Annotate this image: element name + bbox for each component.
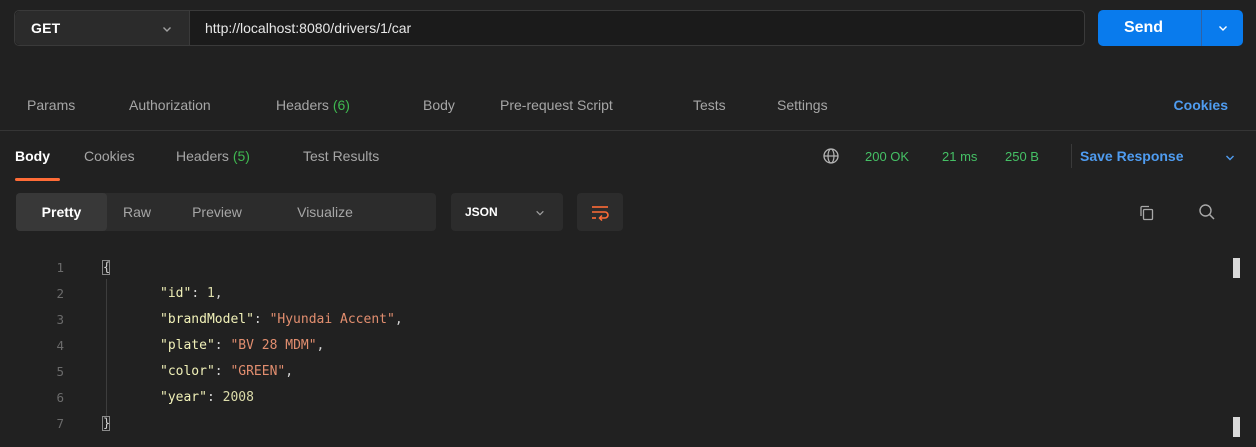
open-brace: { bbox=[102, 259, 111, 275]
tab-label: Authorization bbox=[129, 97, 211, 113]
view-visualize[interactable]: Visualize bbox=[267, 193, 383, 231]
json-key: "brandModel" bbox=[160, 311, 254, 327]
code-line: 4 "plate": "BV 28 MDM", bbox=[0, 332, 1200, 358]
search-icon[interactable] bbox=[1198, 203, 1216, 221]
json-key: "plate" bbox=[160, 337, 215, 353]
send-button[interactable]: Send bbox=[1098, 10, 1201, 46]
line-number: 4 bbox=[56, 337, 64, 353]
json-field-year: "year": 2008 bbox=[160, 389, 254, 405]
response-tab-cookies[interactable]: Cookies bbox=[84, 148, 135, 164]
request-bar: GET http://localhost:8080/drivers/1/car … bbox=[0, 0, 1256, 89]
tab-label: Headers bbox=[276, 97, 329, 113]
tab-label: Headers bbox=[176, 148, 229, 164]
tab-pre-request-script[interactable]: Pre-request Script bbox=[500, 97, 613, 113]
json-value: "GREEN" bbox=[230, 363, 286, 379]
copy-icon[interactable] bbox=[1139, 205, 1155, 221]
line-number: 6 bbox=[56, 389, 64, 405]
json-key: "id" bbox=[160, 285, 192, 301]
scrollbar-marker[interactable] bbox=[1233, 258, 1240, 278]
view-pretty[interactable]: Pretty bbox=[16, 193, 107, 231]
tab-label: Body bbox=[423, 97, 455, 113]
response-body-editor[interactable]: 1 { 2 "id": 1, 3 "brandModel": "Hyundai … bbox=[0, 251, 1256, 447]
code-line: 3 "brandModel": "Hyundai Accent", bbox=[0, 306, 1200, 332]
code-line: 1 { bbox=[0, 254, 1200, 280]
tab-authorization[interactable]: Authorization bbox=[129, 97, 211, 113]
tab-label: Params bbox=[27, 97, 76, 113]
status-code[interactable]: 200 OK bbox=[865, 149, 909, 164]
request-tabs: Params Authorization Headers (6) Body Pr… bbox=[0, 89, 1256, 129]
line-number: 1 bbox=[56, 259, 64, 275]
tab-body[interactable]: Body bbox=[423, 97, 455, 113]
method-label: GET bbox=[31, 20, 61, 36]
json-key: "color" bbox=[160, 363, 215, 379]
wrap-lines-button[interactable] bbox=[577, 193, 623, 231]
json-value: "Hyundai Accent" bbox=[269, 311, 395, 327]
line-number: 5 bbox=[56, 363, 64, 379]
response-tab-headers[interactable]: Headers (5) bbox=[176, 148, 250, 164]
json-key: "year" bbox=[160, 389, 207, 405]
code-line: 2 "id": 1, bbox=[0, 280, 1200, 306]
url-group: GET http://localhost:8080/drivers/1/car bbox=[14, 10, 1085, 46]
tab-label: Pre-request Script bbox=[500, 97, 613, 113]
save-response-button[interactable]: Save Response bbox=[1080, 148, 1184, 164]
line-number: 2 bbox=[56, 285, 64, 301]
line-number: 3 bbox=[56, 311, 64, 327]
chevron-down-icon bbox=[1218, 26, 1227, 31]
json-value: "BV 28 MDM" bbox=[230, 337, 317, 353]
code-line: 5 "color": "GREEN", bbox=[0, 358, 1200, 384]
format-select[interactable]: JSON bbox=[451, 193, 563, 231]
chevron-down-icon bbox=[536, 210, 544, 216]
url-input[interactable]: http://localhost:8080/drivers/1/car bbox=[190, 11, 1084, 45]
json-field-brandmodel: "brandModel": "Hyundai Accent", bbox=[160, 311, 403, 327]
send-dropdown[interactable] bbox=[1201, 10, 1243, 46]
json-field-id: "id": 1, bbox=[160, 285, 223, 301]
view-preview[interactable]: Preview bbox=[167, 193, 267, 231]
response-time[interactable]: 21 ms bbox=[942, 149, 977, 164]
send-group: Send bbox=[1098, 10, 1243, 46]
tab-headers[interactable]: Headers (6) bbox=[276, 97, 350, 113]
code-line: 7 } bbox=[0, 410, 1200, 436]
response-tab-body[interactable]: Body bbox=[15, 148, 50, 164]
json-field-plate: "plate": "BV 28 MDM", bbox=[160, 337, 325, 353]
chevron-down-icon[interactable] bbox=[1224, 152, 1236, 164]
tab-label: Tests bbox=[693, 97, 726, 113]
response-size[interactable]: 250 B bbox=[1005, 149, 1039, 164]
tab-label: Body bbox=[15, 148, 50, 164]
tab-label: Test Results bbox=[303, 148, 380, 164]
response-tab-test-results[interactable]: Test Results bbox=[303, 148, 379, 164]
response-view-toolbar: Pretty Raw Preview Visualize JSON bbox=[0, 181, 1256, 251]
json-value: 1 bbox=[206, 285, 215, 301]
method-select[interactable]: GET bbox=[15, 11, 190, 45]
json-field-color: "color": "GREEN", bbox=[160, 363, 294, 379]
divider bbox=[1071, 144, 1072, 168]
tab-params[interactable]: Params bbox=[27, 97, 75, 113]
format-label: JSON bbox=[465, 205, 498, 219]
tab-tests[interactable]: Tests bbox=[693, 97, 726, 113]
tab-label: Settings bbox=[777, 97, 828, 113]
json-value: 2008 bbox=[222, 389, 254, 405]
headers-count: (5) bbox=[232, 148, 250, 164]
chevron-down-icon bbox=[163, 27, 171, 32]
view-mode-switcher: Pretty Raw Preview Visualize bbox=[16, 193, 436, 231]
line-number: 7 bbox=[56, 415, 64, 431]
tab-label: Cookies bbox=[84, 148, 135, 164]
view-raw[interactable]: Raw bbox=[107, 193, 167, 231]
globe-icon[interactable] bbox=[822, 147, 840, 165]
tab-settings[interactable]: Settings bbox=[777, 97, 828, 113]
scrollbar-marker[interactable] bbox=[1233, 417, 1240, 437]
code-line: 6 "year": 2008 bbox=[0, 384, 1200, 410]
close-brace: } bbox=[102, 415, 111, 431]
response-tabs: Body Cookies Headers (5) Test Results 20… bbox=[0, 131, 1256, 181]
wrap-lines-icon bbox=[592, 206, 609, 221]
cookies-link[interactable]: Cookies bbox=[1174, 97, 1228, 113]
headers-count: (6) bbox=[332, 97, 350, 113]
